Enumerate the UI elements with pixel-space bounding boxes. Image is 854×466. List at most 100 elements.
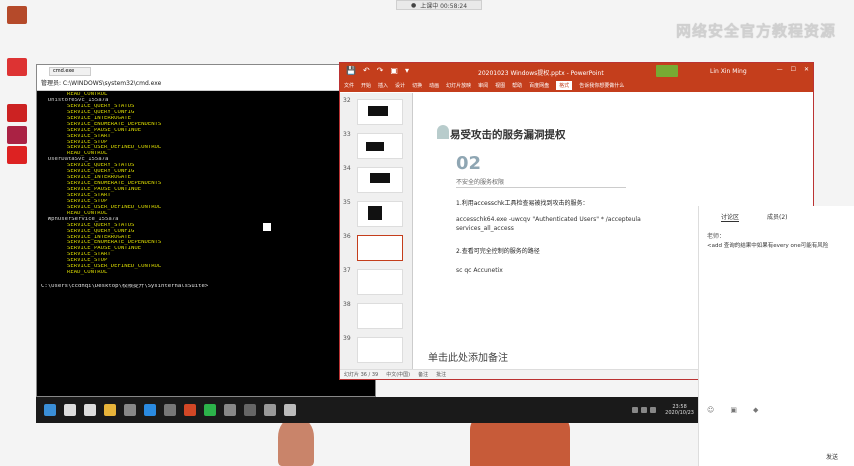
thumbnail-image [366, 142, 384, 151]
gift-icon[interactable]: ◆ [753, 406, 758, 414]
emoji-icon[interactable]: ☺ [707, 406, 714, 414]
section-subtitle[interactable]: 不安全的服务权限 [456, 177, 504, 186]
file-explorer-icon[interactable] [104, 404, 116, 416]
cmd-line [41, 276, 371, 282]
step-text[interactable]: 2.查看可完全控制的服务的路径 [456, 246, 540, 255]
status-item[interactable]: 批注 [436, 371, 446, 378]
quick-access-icon[interactable]: ↶ [363, 67, 370, 75]
ribbon-tab[interactable]: 切换 [412, 82, 422, 89]
image-icon[interactable]: ▣ [730, 406, 737, 414]
section-number[interactable]: 02 [456, 153, 481, 174]
clock[interactable]: 23:58 2020/10/23 [665, 404, 694, 416]
cmd-window[interactable]: cmd.exe 管理员: C:\WINDOWS\system32\cmd.exe… [36, 64, 376, 397]
close-icon[interactable]: ✕ [804, 66, 809, 73]
notes-placeholder[interactable]: 单击此处添加备注 [428, 349, 508, 364]
slide-thumbnail[interactable] [357, 269, 403, 295]
step-text[interactable]: 1.利用accesschk工具检查易被找到攻击的服务： [456, 198, 589, 207]
taskbar: 23:58 2020/10/23 [36, 397, 698, 423]
desktop-shortcut[interactable] [4, 6, 30, 24]
slide-thumbnail[interactable] [357, 201, 403, 227]
recycle-bin-icon [7, 6, 27, 24]
ribbon-tab[interactable]: 开始 [361, 82, 371, 89]
desktop-shortcut[interactable] [4, 58, 30, 76]
thumbnail-image [368, 106, 388, 116]
cmd-line: C:\Users\ccdhqi\Desktop\权限提升\Sysinternal… [41, 284, 209, 289]
maximize-icon[interactable]: ☐ [791, 66, 796, 73]
quick-access-icon[interactable]: ▣ [390, 67, 398, 75]
slide-thumbnail[interactable] [357, 99, 403, 125]
desktop-shortcut[interactable] [4, 146, 30, 164]
slide-decoration [437, 125, 449, 139]
app-icon[interactable] [124, 404, 136, 416]
wechat-icon[interactable] [204, 404, 216, 416]
powerpoint-icon[interactable] [184, 404, 196, 416]
ribbon-tabs: 文件 开始 插入 设计 切换 动画 幻灯片放映 审阅 视图 帮助 百度网盘 格式 告诉我你想要做什么 [340, 79, 813, 92]
ribbon-tab[interactable]: 动画 [429, 82, 439, 89]
cmd-tab[interactable]: cmd.exe [49, 67, 91, 76]
watermark: 网络安全官方教程资源 [675, 22, 836, 40]
quick-access-icon[interactable]: ▾ [405, 67, 409, 75]
slide-number: 38 [343, 301, 351, 308]
desktop-shortcut[interactable] [4, 104, 30, 122]
text-cursor [263, 223, 271, 231]
battery-icon[interactable] [650, 407, 657, 413]
quick-access-toolbar: 💾 ↶ ↷ ▣ ▾ [346, 67, 409, 75]
clock-date: 2020/10/23 [665, 410, 694, 416]
ribbon-tab[interactable]: 设计 [395, 82, 405, 89]
app-icon[interactable] [264, 404, 276, 416]
slide-thumbnail[interactable] [357, 303, 403, 329]
minimize-icon[interactable]: — [777, 66, 783, 73]
quick-access-icon[interactable]: 💾 [346, 67, 356, 75]
network-icon[interactable] [632, 407, 639, 413]
cmd-output[interactable]: READ_CONTROL UnistoreSvc_155a7a SERVICE_Q… [41, 92, 371, 394]
app-icon[interactable] [164, 404, 176, 416]
panel-tab[interactable]: 讨论区 [721, 212, 740, 222]
ribbon-tab[interactable]: 百度网盘 [529, 82, 549, 89]
ribbon-tab[interactable]: 视图 [495, 82, 505, 89]
app-icon[interactable] [244, 404, 256, 416]
send-button[interactable]: 发送 [826, 452, 838, 461]
slide-title[interactable]: 易受攻击的服务漏洞提权 [450, 127, 566, 142]
slide-thumbnails[interactable]: 32 33 34 35 36 37 38 39 [340, 93, 413, 371]
slide-number: 37 [343, 267, 351, 274]
app-icon[interactable] [224, 404, 236, 416]
volume-icon[interactable] [641, 407, 648, 413]
discussion-panel: 讨论区 成员(2) 老师： <add 查询的结果中如果有every one可能有风… [698, 206, 854, 466]
app-icon[interactable] [284, 404, 296, 416]
ribbon-tab[interactable]: 告诉我你想要做什么 [579, 82, 624, 89]
user-name[interactable]: Lin Xin Ming [710, 68, 747, 75]
status-item[interactable]: 备注 [418, 371, 428, 378]
ppt-titlebar[interactable]: 💾 ↶ ↷ ▣ ▾ 20201023 Windows提权.pptx - PowerPoi… [340, 63, 813, 79]
ribbon-tab[interactable]: 审阅 [478, 82, 488, 89]
slide-thumbnail[interactable] [357, 337, 403, 363]
status-item[interactable]: 中文(中国) [386, 371, 410, 378]
task-view-icon[interactable] [84, 404, 96, 416]
quick-access-icon[interactable]: ↷ [377, 67, 384, 75]
thumbnail-image [370, 173, 390, 183]
recording-indicator[interactable]: ● 上课中 00:58:24 [396, 0, 482, 10]
command-text[interactable]: sc qc Accunetix [456, 267, 503, 274]
ribbon-tab[interactable]: 帮助 [512, 82, 522, 89]
slide-thumbnail[interactable] [357, 235, 403, 261]
search-icon[interactable] [64, 404, 76, 416]
document-icon [7, 126, 27, 144]
slide-thumbnail[interactable] [357, 167, 403, 193]
status-item[interactable]: 幻灯片 36 / 39 [344, 371, 378, 378]
start-icon[interactable] [44, 404, 56, 416]
ribbon-tab[interactable]: 格式 [556, 81, 573, 90]
cmd-title: 管理员: C:\WINDOWS\system32\cmd.exe [41, 80, 162, 87]
cmd-titlebar[interactable]: cmd.exe 管理员: C:\WINDOWS\system32\cmd.exe [37, 65, 375, 91]
ribbon-tab[interactable]: 文件 [344, 82, 354, 89]
slide-thumbnail[interactable] [357, 133, 403, 159]
slide-number: 33 [343, 131, 351, 138]
ribbon-tab[interactable]: 幻灯片放映 [446, 82, 471, 89]
browser-icon[interactable] [144, 404, 156, 416]
ribbon-tab[interactable]: 插入 [378, 82, 388, 89]
desktop-shortcut[interactable] [4, 126, 30, 144]
slide-canvas[interactable]: 易受攻击的服务漏洞提权 02 不安全的服务权限 1.利用accesschk工具检… [420, 103, 682, 343]
command-text[interactable]: accesschk64.exe -uwcqv "Authenticated Us… [456, 215, 666, 233]
chat-message: <add 查询的结果中如果有every one可能有风险 [707, 243, 829, 249]
avatar[interactable] [656, 65, 678, 77]
system-tray[interactable]: 23:58 2020/10/23 [632, 404, 698, 416]
panel-tab[interactable]: 成员(2) [767, 212, 788, 222]
